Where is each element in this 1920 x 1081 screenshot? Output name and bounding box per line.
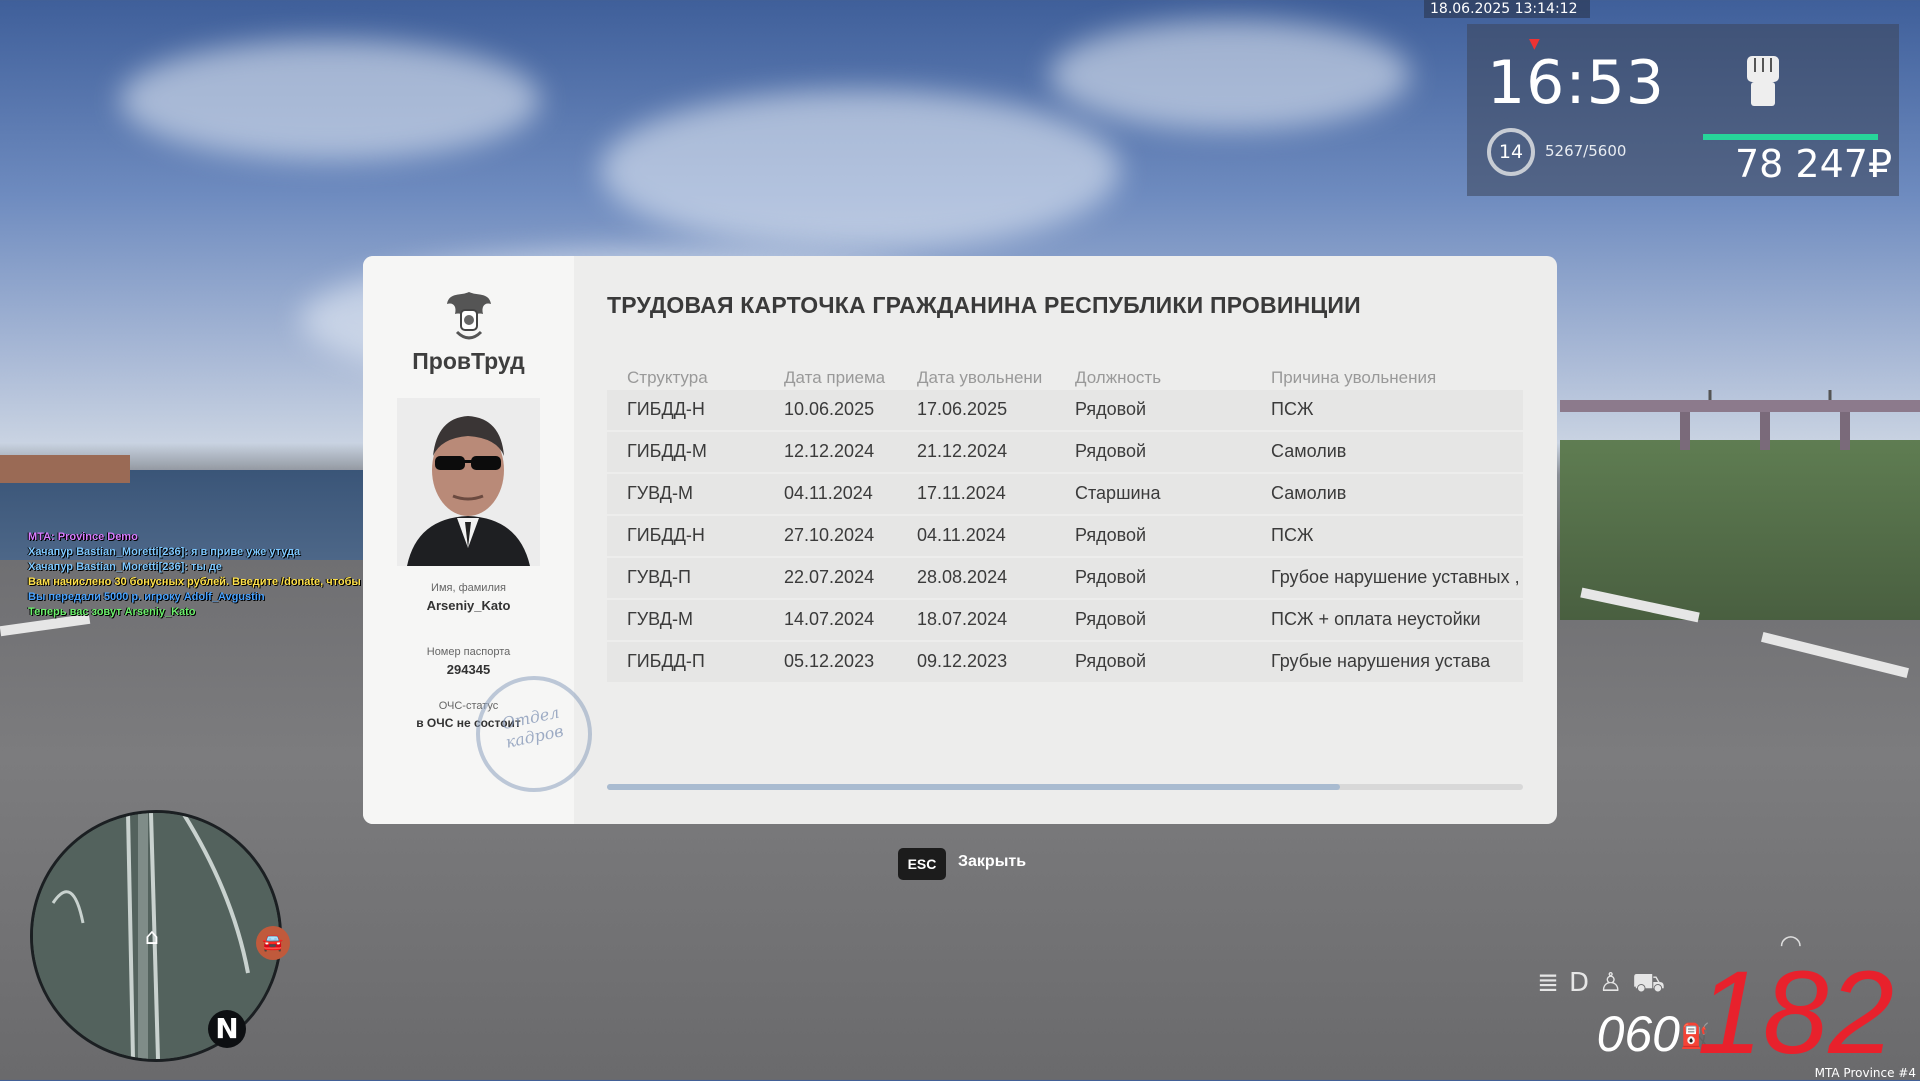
table-cell: Грубые нарушения устава bbox=[1271, 651, 1491, 671]
fuel-level: 060 bbox=[1596, 1006, 1680, 1062]
coat-of-arms-icon bbox=[447, 292, 491, 340]
cloud bbox=[1050, 20, 1410, 130]
table-body: ГИБДД-Н 10.06.2025 17.06.2025 Рядовой ПСЖ ГИБ… bbox=[607, 390, 1523, 682]
table-cell: ГИБДД-М bbox=[627, 441, 707, 461]
table-cell: 14.07.2024 bbox=[784, 609, 875, 629]
table-row: ГУВД-П 22.07.2024 28.08.2024 Рядовой Грубое … bbox=[607, 558, 1523, 598]
column-header: Должность bbox=[1075, 368, 1162, 387]
table-cell: ПСЖ + оплата неустойки bbox=[1271, 609, 1481, 629]
table-cell: 04.11.2024 bbox=[784, 483, 873, 503]
table-cell: ГУВД-М bbox=[627, 483, 693, 503]
table-cell: Рядовой bbox=[1075, 441, 1147, 461]
table-cell: ГИБДД-П bbox=[627, 651, 705, 671]
table-cell: ПСЖ bbox=[1271, 525, 1314, 545]
hud-datetime: 18.06.2025 13:14:12 bbox=[1424, 0, 1590, 18]
column-header: Причина увольнения bbox=[1271, 368, 1437, 387]
table-cell: 10.06.2025 bbox=[784, 399, 875, 419]
table-cell: 17.11.2024 bbox=[917, 483, 1006, 503]
table-cell: Старшина bbox=[1075, 483, 1161, 503]
table-row: ГИБДД-П 05.12.2023 09.12.2023 Рядовой Грубые… bbox=[607, 642, 1523, 682]
level-badge: 14 bbox=[1487, 128, 1535, 176]
esc-key-button[interactable]: ESC bbox=[898, 848, 946, 880]
table-cell: 09.12.2023 bbox=[917, 651, 1008, 671]
citizen-name: Arseniy_Kato bbox=[426, 598, 511, 613]
player-home-icon: ⌂ bbox=[145, 925, 159, 950]
passport-number: 294345 bbox=[446, 662, 491, 677]
fist-icon bbox=[1747, 56, 1779, 106]
road-marking bbox=[1761, 632, 1909, 678]
card-title: ТРУДОВАЯ КАРТОЧКА ГРАЖДАНИНА РЕСПУБЛИКИ … bbox=[607, 292, 1361, 318]
table-cell: Рядовой bbox=[1075, 609, 1147, 629]
table-cell: ГИБДД-Н bbox=[627, 525, 705, 545]
table-cell: Самолив bbox=[1271, 483, 1347, 503]
table-cell: ГУВД-П bbox=[627, 567, 691, 587]
employment-table: Структура Дата приема Дата увольнени Дол… bbox=[607, 360, 1523, 684]
game-time: 16:53 bbox=[1487, 48, 1665, 118]
org-name: ПровТруд bbox=[412, 348, 525, 374]
hud-panel: ▼ 16:53 14 5267/5600 78 247₽ bbox=[1467, 24, 1899, 196]
table-row: ГИБДД-Н 10.06.2025 17.06.2025 Рядовой ПСЖ bbox=[607, 390, 1523, 430]
table-cell: 27.10.2024 bbox=[784, 525, 875, 545]
column-header: Дата увольнени bbox=[917, 368, 1043, 387]
close-label[interactable]: Закрыть bbox=[958, 853, 1026, 871]
engine-icon: ⛟ bbox=[1632, 968, 1675, 998]
table-cell: 28.08.2024 bbox=[917, 567, 1008, 587]
passport-label: Номер паспорта bbox=[426, 646, 511, 658]
grass-field bbox=[1560, 440, 1920, 620]
table-row: ГИБДД-Н 27.10.2024 04.11.2024 Рядовой ПСЖ bbox=[607, 516, 1523, 556]
column-header: Структура bbox=[627, 368, 708, 387]
table-cell: 18.07.2024 bbox=[917, 609, 1008, 629]
table-cell: Рядовой bbox=[1075, 399, 1147, 419]
table-row: ГУВД-М 14.07.2024 18.07.2024 Рядовой ПСЖ + о… bbox=[607, 600, 1523, 640]
table-cell: ГУВД-М bbox=[627, 609, 693, 629]
horizontal-scrollbar[interactable] bbox=[607, 784, 1523, 790]
beach bbox=[0, 455, 130, 483]
server-tag: MTA Province #4 bbox=[1814, 1066, 1916, 1080]
employment-card: ПровТруд Имя, фамилия Arseniy_Kato Номер… bbox=[363, 256, 1557, 824]
table-cell: 22.07.2024 bbox=[784, 567, 875, 587]
table-cell: ПСЖ bbox=[1271, 399, 1314, 419]
table-cell: Рядовой bbox=[1075, 525, 1147, 545]
table-cell: Самолив bbox=[1271, 441, 1347, 461]
vehicle-status-icons: ≣D♙⛟ bbox=[1537, 968, 1675, 1002]
name-label: Имя, фамилия bbox=[431, 582, 506, 594]
table-cell: 05.12.2023 bbox=[784, 651, 875, 671]
vehicle-marker-icon: 🚘 bbox=[256, 926, 290, 960]
table-row: ГУВД-М 04.11.2024 17.11.2024 Старшина Самоли… bbox=[607, 474, 1523, 514]
health-bar bbox=[1703, 134, 1878, 140]
table-cell: 17.06.2025 bbox=[917, 399, 1008, 419]
headlight-icon: ≣D bbox=[1537, 968, 1599, 998]
table-cell: Рядовой bbox=[1075, 567, 1147, 587]
table-cell: 21.12.2024 bbox=[917, 441, 1008, 461]
column-header: Дата приема bbox=[784, 368, 886, 387]
table-cell: 04.11.2024 bbox=[917, 525, 1006, 545]
citizen-photo bbox=[397, 398, 540, 566]
money-amount: 78 247₽ bbox=[1735, 142, 1893, 186]
speed-readout: 182 bbox=[1697, 947, 1894, 1079]
table-row: ГИБДД-М 12.12.2024 21.12.2024 Рядовой Самоли… bbox=[607, 432, 1523, 472]
scrollbar-thumb[interactable] bbox=[607, 784, 1340, 790]
north-indicator: N bbox=[208, 1010, 246, 1048]
cloud bbox=[120, 40, 540, 160]
experience-counter: 5267/5600 bbox=[1545, 142, 1627, 160]
table-cell: Грубое нарушение уставных , bbox=[1271, 567, 1520, 587]
table-cell: 12.12.2024 bbox=[784, 441, 875, 461]
bridge bbox=[1560, 390, 1920, 450]
table-cell: Рядовой bbox=[1075, 651, 1147, 671]
cloud bbox=[600, 90, 1120, 250]
table-cell: ГИБДД-Н bbox=[627, 399, 705, 419]
table-header: Структура Дата приема Дата увольнени Дол… bbox=[607, 360, 1523, 390]
seatbelt-icon: ♙ bbox=[1598, 968, 1633, 998]
